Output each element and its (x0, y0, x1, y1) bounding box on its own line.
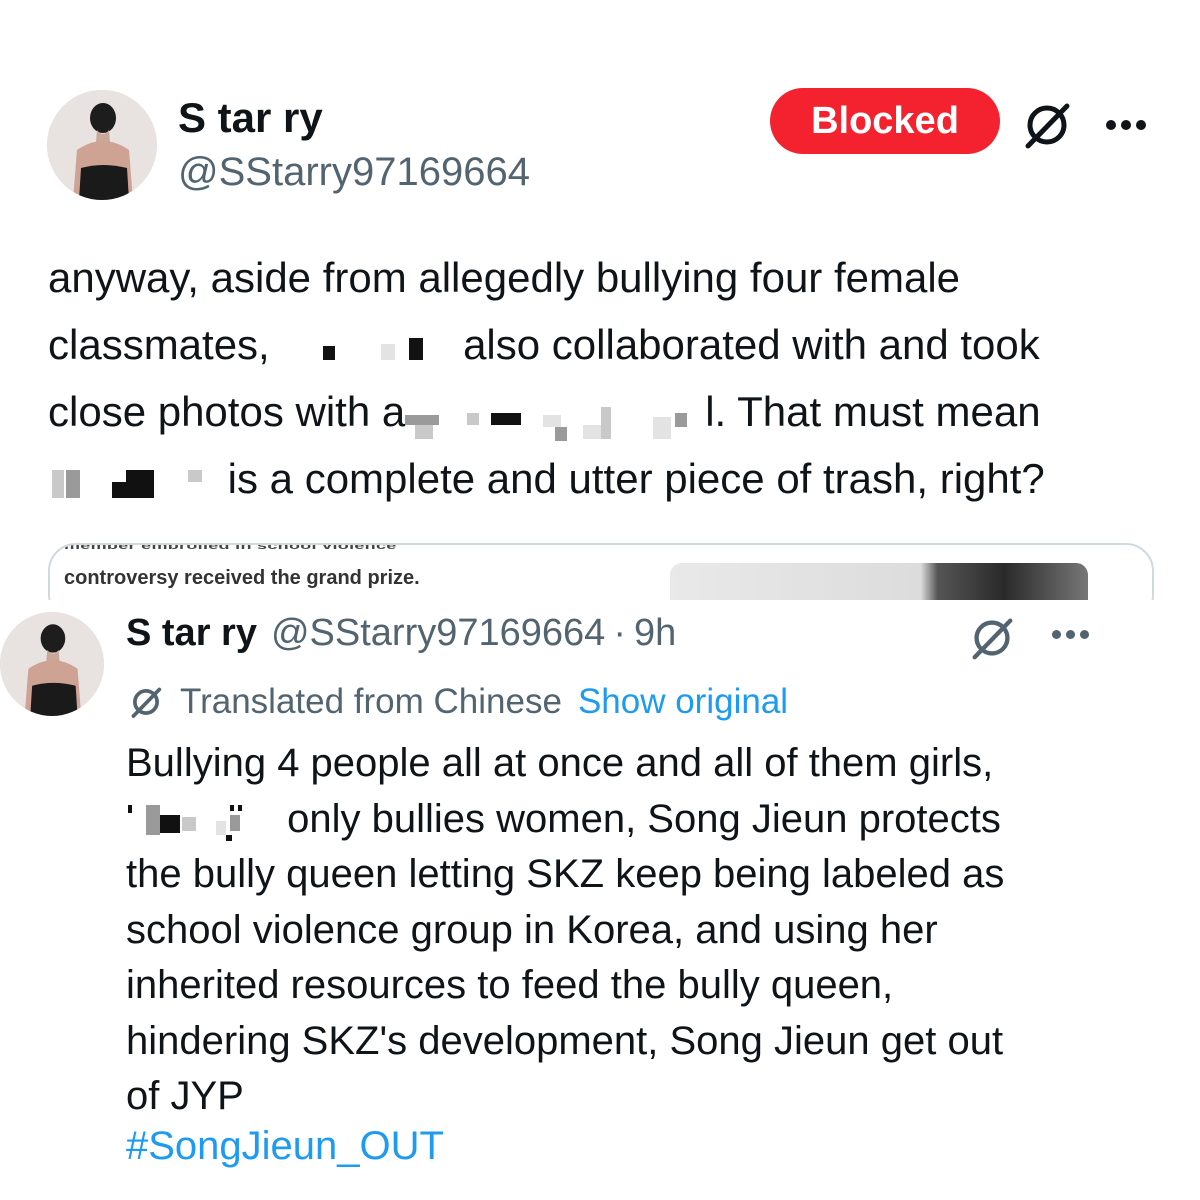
post-blocked-user: S tar ry @SStarry97169664 Blocked anyway… (0, 0, 1200, 623)
display-name[interactable]: S tar ry (126, 612, 257, 655)
show-original-link[interactable]: Show original (578, 682, 788, 722)
user-handle[interactable]: @SStarry97169664 (178, 150, 530, 195)
post-line: close photos with a l. That must mean (48, 378, 1188, 445)
post-line: the bully queen letting SKZ keep being l… (126, 852, 1005, 896)
timestamp[interactable]: 9h (634, 612, 676, 655)
grok-icon[interactable] (1020, 98, 1074, 152)
grok-icon (131, 687, 162, 718)
post-body: Bullying 4 people all at once and all of… (126, 736, 1186, 1125)
post-body: anyway, aside from allegedly bullying fo… (48, 244, 1188, 512)
post-line: is a complete and utter piece of trash, … (48, 445, 1188, 512)
more-dots-icon[interactable] (1106, 120, 1146, 130)
avatar-image (47, 90, 157, 200)
post-header: S tar ry @SStarry97169664 · 9h (126, 612, 676, 658)
post-line: Bullying 4 people all at once and all of… (126, 741, 994, 785)
redacted-name (281, 328, 451, 368)
quoted-post-text: member embroiled in school violence (64, 543, 397, 551)
post-line-text: l. That must mean (705, 388, 1041, 435)
post-line-text: also collaborated with and took (463, 321, 1040, 368)
user-handle[interactable]: @SStarry97169664 (271, 612, 605, 655)
redacted-name (126, 801, 276, 841)
translated-label: Translated from Chinese (180, 682, 562, 721)
post-line-text: only bullies women, Song Jieun protects (287, 796, 1001, 841)
avatar[interactable] (47, 90, 157, 200)
post-line-text: is a complete and utter piece of trash, … (227, 455, 1045, 502)
grok-icon[interactable] (966, 612, 1018, 664)
post-line: inherited resources to feed the bully qu… (126, 963, 894, 1007)
post-line-text: close photos with a (48, 388, 406, 435)
avatar-image (0, 612, 104, 716)
separator-dot: · (613, 612, 626, 654)
redacted-name (48, 462, 216, 502)
post-line: anyway, aside from allegedly bullying fo… (48, 254, 961, 301)
translation-bar: Translated from Chinese Show original (126, 680, 788, 724)
post-line: hindering SKZ's development, Song Jieun … (126, 1018, 1004, 1063)
post-line-text: classmates, (48, 321, 270, 368)
blocked-button[interactable]: Blocked (770, 88, 1000, 154)
redacted-name (405, 395, 705, 441)
post-line: only bullies women, Song Jieun protects (126, 792, 1186, 848)
quoted-post-text: controversy received the grand prize. (64, 567, 420, 589)
more-dots-icon[interactable] (1052, 630, 1089, 639)
hashtag-link[interactable]: #SongJieun_OUT (126, 1124, 444, 1169)
post-line: of JYP (126, 1074, 244, 1118)
display-name[interactable]: S tar ry (178, 94, 323, 142)
post-line: school violence group in Korea, and usin… (126, 907, 938, 952)
post-line: classmates, also collaborated with and t… (48, 311, 1188, 378)
avatar[interactable] (0, 612, 104, 716)
